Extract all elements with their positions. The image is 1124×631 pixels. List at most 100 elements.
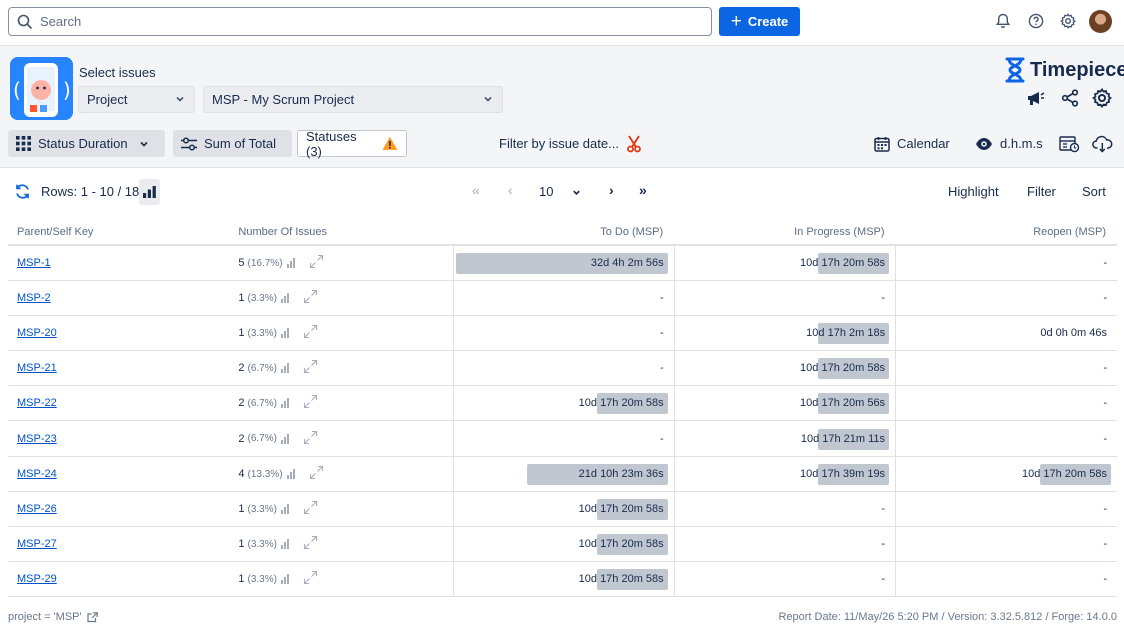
chevron-down-icon[interactable]: [571, 187, 582, 198]
status-duration-button[interactable]: Status Duration: [8, 130, 165, 157]
create-button[interactable]: + Create: [719, 7, 800, 36]
issue-percent: (6.7%): [247, 398, 277, 410]
calendar-button[interactable]: Calendar: [866, 130, 958, 157]
eye-icon: [975, 137, 993, 151]
issue-key-link[interactable]: MSP-24: [17, 468, 57, 480]
issue-key-link[interactable]: MSP-21: [17, 362, 57, 374]
column-header-todo[interactable]: To Do (MSP): [453, 220, 675, 246]
project-select-value: MSP - My Scrum Project: [212, 92, 355, 107]
issue-key-link[interactable]: MSP-23: [17, 433, 57, 445]
issue-key-link[interactable]: MSP-22: [17, 397, 57, 409]
mini-chart-icon[interactable]: [280, 574, 289, 585]
scope-select[interactable]: Project: [78, 86, 195, 113]
filter-button[interactable]: Filter: [1027, 184, 1056, 199]
issue-key-link[interactable]: MSP-26: [17, 503, 57, 515]
mini-chart-icon[interactable]: [286, 468, 295, 479]
todo-duration-cell: 10d 17h 20m 58s: [453, 491, 675, 528]
table-row: MSP-2 1 (3.3%) - - -: [8, 280, 1117, 316]
next-page-icon[interactable]: ›: [609, 182, 614, 198]
settings-icon[interactable]: [1058, 11, 1078, 31]
mini-chart-icon[interactable]: [280, 433, 289, 444]
issue-percent: (13.3%): [247, 468, 283, 480]
project-select[interactable]: MSP - My Scrum Project: [203, 86, 503, 113]
issue-count-cell: 2 (6.7%): [229, 350, 454, 387]
help-icon[interactable]: [1026, 11, 1046, 31]
report-info: Report Date: 11/May/26 5:20 PM / Version…: [778, 611, 1117, 623]
expand-icon[interactable]: [303, 394, 318, 412]
expand-icon[interactable]: [303, 500, 318, 518]
statuses-button[interactable]: Statuses (3): [297, 128, 407, 159]
sort-button[interactable]: Sort: [1082, 184, 1106, 199]
issue-key-link[interactable]: MSP-29: [17, 573, 57, 585]
share-icon[interactable]: [1060, 88, 1080, 108]
issue-count: 1: [238, 326, 245, 339]
expand-icon[interactable]: [309, 465, 324, 483]
expand-icon[interactable]: [309, 254, 324, 272]
notifications-icon[interactable]: [993, 11, 1013, 31]
table-row: MSP-21 2 (6.7%) - 10d 17h 20m 58s -: [8, 350, 1117, 387]
mini-chart-icon[interactable]: [280, 398, 289, 409]
column-header-in-progress[interactable]: In Progress (MSP): [674, 220, 896, 246]
search-input[interactable]: Search: [8, 7, 712, 36]
reopen-duration-cell: -: [895, 526, 1117, 563]
gear-icon[interactable]: [1092, 88, 1112, 108]
reopen-duration-cell: 10d 17h 20m 58s: [895, 456, 1117, 492]
mini-chart-icon[interactable]: [280, 363, 289, 374]
column-header-count[interactable]: Number Of Issues: [229, 220, 454, 246]
issue-key-cell: MSP-24: [8, 456, 230, 492]
issue-count: 1: [238, 291, 245, 304]
expand-icon[interactable]: [303, 570, 318, 588]
reopen-duration: -: [1103, 291, 1107, 304]
reopen-duration: -: [1103, 573, 1107, 586]
time-format-button[interactable]: d.h.m.s: [967, 130, 1051, 157]
mini-chart-icon[interactable]: [280, 539, 289, 550]
issue-key-link[interactable]: MSP-2: [17, 292, 51, 304]
refresh-icon[interactable]: [14, 183, 31, 200]
column-header-reopen[interactable]: Reopen (MSP): [895, 220, 1117, 246]
avatar[interactable]: [1089, 10, 1112, 33]
issue-key-link[interactable]: MSP-27: [17, 538, 57, 550]
first-page-icon[interactable]: «: [472, 182, 480, 198]
expand-icon[interactable]: [303, 430, 318, 448]
table-body: MSP-1 5 (16.7%) 32d 4h 2m 56s 10d 17h 20m 58…: [8, 245, 1117, 598]
issue-count: 2: [238, 397, 245, 410]
filter-by-date-button[interactable]: Filter by issue date...: [491, 130, 649, 157]
app-logo-icon: ( ): [10, 57, 73, 120]
expand-icon[interactable]: [303, 359, 318, 377]
issue-percent: (3.3%): [247, 503, 277, 515]
in-progress-duration: 10d 17h 20m 56s: [800, 397, 886, 410]
previous-page-icon[interactable]: ‹: [508, 182, 513, 198]
todo-duration-cell: 10d 17h 20m 58s: [453, 561, 675, 598]
issue-key-link[interactable]: MSP-20: [17, 327, 57, 339]
reopen-duration: -: [1103, 362, 1107, 375]
statuses-label: Statuses (3): [306, 128, 357, 159]
reopen-duration: -: [1103, 502, 1107, 515]
mini-chart-icon[interactable]: [286, 257, 295, 268]
issue-key-cell: MSP-2: [8, 280, 230, 316]
chart-toggle-button[interactable]: [139, 179, 160, 205]
reopen-duration: 0d 0h 0m 46s: [1040, 326, 1107, 339]
scissors-icon: [627, 135, 641, 152]
column-header-key[interactable]: Parent/Self Key: [8, 220, 230, 246]
todo-duration: 10d 17h 20m 58s: [578, 397, 664, 410]
megaphone-icon[interactable]: [1025, 88, 1045, 108]
sum-of-total-button[interactable]: Sum of Total: [173, 130, 292, 157]
warning-icon: [382, 136, 398, 150]
expand-icon[interactable]: [303, 535, 318, 553]
mini-chart-icon[interactable]: [280, 327, 289, 338]
cloud-download-icon[interactable]: [1092, 135, 1113, 153]
mini-chart-icon[interactable]: [280, 503, 289, 514]
jql-query-text: project = 'MSP': [8, 611, 82, 623]
reopen-duration-cell: 0d 0h 0m 46s: [895, 315, 1117, 352]
jql-query[interactable]: project = 'MSP': [8, 611, 98, 623]
expand-icon[interactable]: [303, 324, 318, 342]
scheduled-report-icon[interactable]: [1059, 135, 1080, 153]
sliders-icon: [181, 136, 197, 151]
highlight-button[interactable]: Highlight: [948, 184, 999, 199]
last-page-icon[interactable]: »: [639, 182, 647, 198]
external-link-icon[interactable]: [86, 611, 98, 623]
issue-key-link[interactable]: MSP-1: [17, 257, 51, 269]
page-size-select[interactable]: 10: [539, 184, 553, 199]
expand-icon[interactable]: [303, 289, 318, 307]
mini-chart-icon[interactable]: [280, 292, 289, 303]
